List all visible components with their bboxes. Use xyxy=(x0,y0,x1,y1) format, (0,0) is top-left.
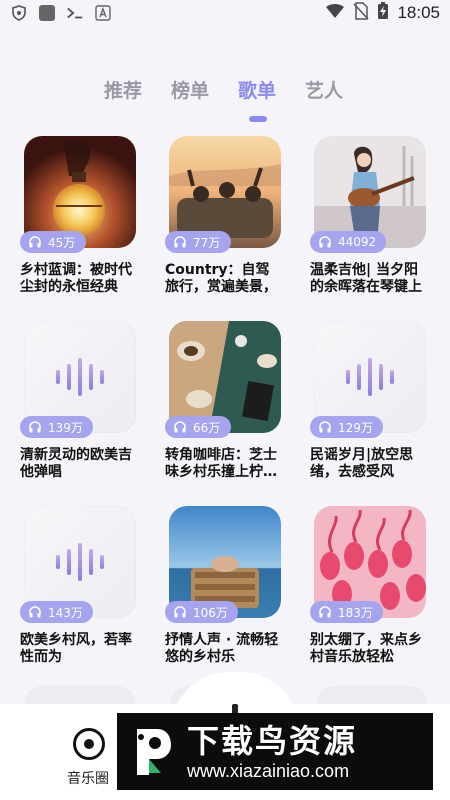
waveform-icon xyxy=(56,543,104,581)
music-circle-icon[interactable] xyxy=(73,728,105,760)
playlist-title: 别太绷了，来点乡村音乐放轻松 xyxy=(310,632,422,665)
playlist-title: 欧美乡村风，若率性而为 xyxy=(20,632,132,665)
tab-artists[interactable]: 艺人 xyxy=(305,76,372,108)
playlist-title: 转角咖啡店：芝士味乡村乐撞上柠… xyxy=(165,447,277,480)
play-count: 183万 xyxy=(338,605,373,620)
headphones-icon xyxy=(29,606,41,618)
playlist-card[interactable]: 129万 民谣岁月|放空思绪，去感受风 xyxy=(310,321,426,506)
playlist-card[interactable]: 77万 Country：自驾旅行，赏遍美景， xyxy=(165,136,281,321)
playlist-card[interactable]: 44092 温柔吉他| 当夕阳的余晖落在琴键上 xyxy=(310,136,426,321)
play-count-badge: 183万 xyxy=(310,601,383,623)
terminal-icon xyxy=(66,4,84,22)
waveform-icon xyxy=(346,358,394,396)
play-count-badge: 77万 xyxy=(165,231,231,253)
tab-recommend[interactable]: 推荐 xyxy=(104,76,171,108)
play-count: 143万 xyxy=(48,605,83,620)
playlist-title: 清新灵动的欧美吉他弹唱 xyxy=(20,447,132,480)
playlist-card[interactable]: 183万 别太绷了，来点乡村音乐放轻松 xyxy=(310,506,426,691)
wifi-icon xyxy=(325,3,345,23)
category-tabs: 推荐 榜单 歌单 艺人 xyxy=(104,76,372,108)
battery-charging-icon xyxy=(377,2,389,24)
playlist-cover-peek xyxy=(24,686,136,706)
playlist-card[interactable]: 139万 清新灵动的欧美吉他弹唱 xyxy=(20,321,136,506)
watermark-banner: 下载鸟资源 www.xiazainiao.com xyxy=(117,713,433,790)
playlist-card[interactable]: 106万 抒情人声 · 流畅轻悠的乡村乐 xyxy=(165,506,281,691)
play-count-badge: 44092 xyxy=(310,231,387,253)
play-count: 66万 xyxy=(193,420,221,435)
status-bar: 18:05 xyxy=(0,0,450,26)
tab-playlists[interactable]: 歌单 xyxy=(238,76,305,108)
headphones-icon xyxy=(319,421,331,433)
headphones-icon xyxy=(29,421,41,433)
play-count: 77万 xyxy=(193,235,221,250)
headphones-icon xyxy=(319,236,331,248)
play-count: 45万 xyxy=(48,235,76,250)
play-count: 44092 xyxy=(338,235,377,249)
watermark-url: www.xiazainiao.com xyxy=(187,760,350,781)
play-count-badge: 45万 xyxy=(20,231,86,253)
playlist-title: Country：自驾旅行，赏遍美景， xyxy=(165,262,277,295)
watermark-title: 下载鸟资源 xyxy=(187,721,358,760)
play-count: 129万 xyxy=(338,420,373,435)
headphones-icon xyxy=(174,606,186,618)
headphones-icon xyxy=(174,421,186,433)
play-count: 106万 xyxy=(193,605,228,620)
headphones-icon xyxy=(319,606,331,618)
playlist-title: 乡村蓝调：被时代尘封的永恒经典 xyxy=(20,262,132,295)
play-count-badge: 139万 xyxy=(20,416,93,438)
no-sim-icon xyxy=(353,2,370,24)
waveform-icon xyxy=(56,358,104,396)
tab-charts[interactable]: 榜单 xyxy=(171,76,238,108)
playlist-card[interactable]: 143万 欧美乡村风，若率性而为 xyxy=(20,506,136,691)
play-count: 139万 xyxy=(48,420,83,435)
play-count-badge: 143万 xyxy=(20,601,93,623)
playlist-title: 民谣岁月|放空思绪，去感受风 xyxy=(310,447,414,480)
active-tab-indicator xyxy=(249,116,267,122)
bird-logo-icon xyxy=(127,723,175,781)
play-count-badge: 106万 xyxy=(165,601,238,623)
app-square-icon xyxy=(38,4,56,22)
playlist-card[interactable]: 45万 乡村蓝调：被时代尘封的永恒经典 xyxy=(20,136,136,321)
play-count-badge: 66万 xyxy=(165,416,231,438)
playlist-title: 温柔吉他| 当夕阳的余晖落在琴键上 xyxy=(310,262,422,295)
play-count-badge: 129万 xyxy=(310,416,383,438)
playlist-cover-peek xyxy=(316,686,428,706)
playlist-grid: 45万 乡村蓝调：被时代尘封的永恒经典 77万 Country：自驾旅行，赏遍美… xyxy=(20,136,426,691)
status-time: 18:05 xyxy=(397,3,440,22)
playlist-card[interactable]: 66万 转角咖啡店：芝士味乡村乐撞上柠… xyxy=(165,321,281,506)
headphones-icon xyxy=(29,236,41,248)
nav-label-music-circle[interactable]: 音乐圈 xyxy=(67,768,109,788)
shield-icon xyxy=(10,4,28,22)
playlist-title: 抒情人声 · 流畅轻悠的乡村乐 xyxy=(165,632,279,665)
font-icon xyxy=(94,4,112,22)
headphones-icon xyxy=(174,236,186,248)
